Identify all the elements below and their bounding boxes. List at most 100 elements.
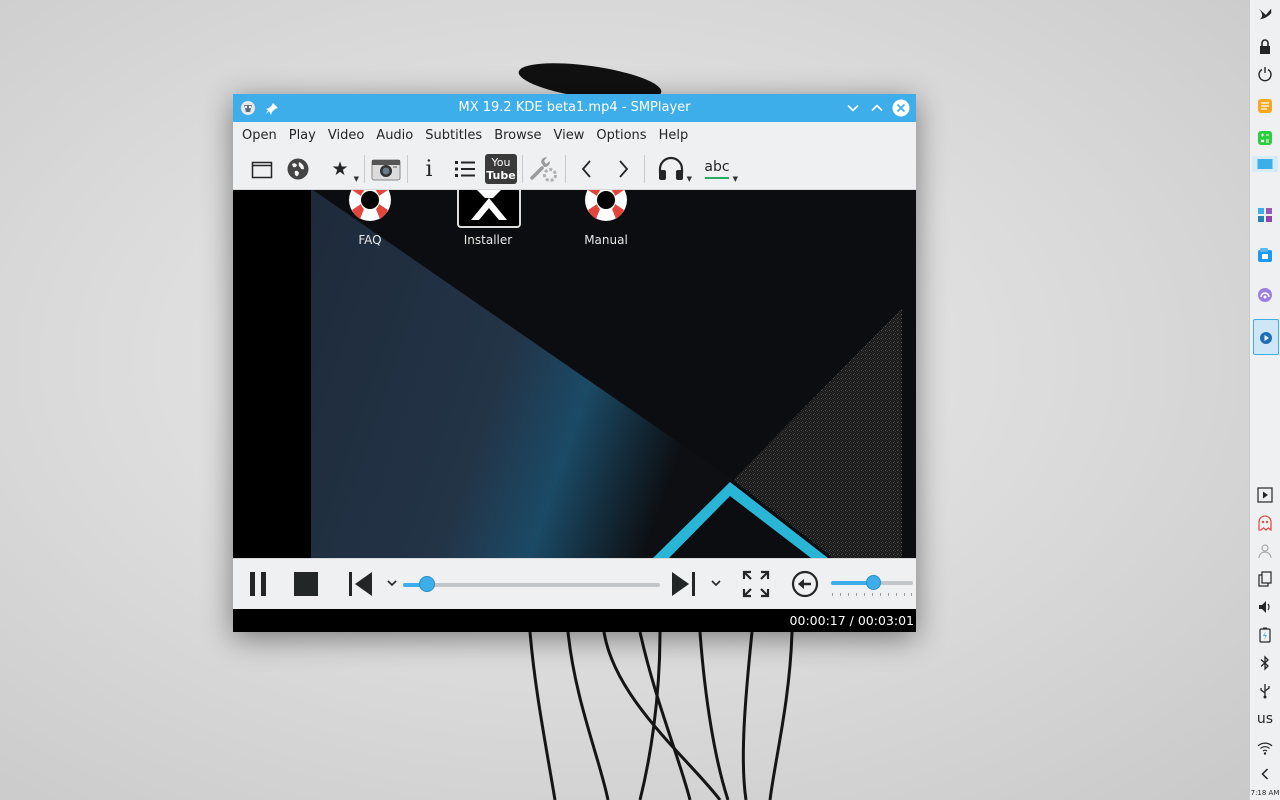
keyboard-layout[interactable]: us xyxy=(1250,711,1280,727)
subtitle-label: abc xyxy=(704,158,730,175)
headphones-icon xyxy=(658,156,684,180)
time-display: 00:00:17 / 00:03:01 xyxy=(789,613,914,628)
open-url-icon xyxy=(287,158,309,180)
seek-bar[interactable] xyxy=(403,576,660,592)
right-panel: us 7:18 AM xyxy=(1249,0,1280,800)
forward-button[interactable] xyxy=(667,567,701,601)
youtube-label-top: You xyxy=(491,156,511,169)
bluetooth-tray-icon[interactable] xyxy=(1257,655,1273,671)
maximize-button[interactable] xyxy=(868,99,886,117)
menu-open[interactable]: Open xyxy=(236,128,283,143)
dropdown-arrow-icon: ▼ xyxy=(353,175,359,183)
smplayer-window: MX 19.2 KDE beta1.mp4 - SMPlayer Open Pl… xyxy=(233,94,916,632)
calculator-app-icon[interactable] xyxy=(1257,130,1273,146)
open-url-button[interactable] xyxy=(277,152,319,186)
fullscreen-icon xyxy=(742,570,770,598)
volume-tray-icon[interactable] xyxy=(1257,599,1273,615)
close-button[interactable] xyxy=(892,99,910,117)
pause-button[interactable] xyxy=(241,567,275,601)
info-icon: i xyxy=(425,156,433,182)
menu-view[interactable]: View xyxy=(548,128,591,143)
volume-icon xyxy=(791,570,819,598)
volume-slider[interactable] xyxy=(831,575,913,590)
toolbar-separator xyxy=(644,155,645,183)
chevron-down-icon xyxy=(387,580,397,587)
toolbar-separator xyxy=(364,155,365,183)
screenshot-icon xyxy=(371,159,401,181)
screenshot-button[interactable] xyxy=(368,152,404,186)
desktop-pager-icon[interactable] xyxy=(1252,156,1278,172)
stop-button[interactable] xyxy=(289,567,323,601)
file-manager-icon[interactable] xyxy=(1257,247,1273,263)
youtube-button[interactable]: You Tube xyxy=(483,152,519,186)
video-label-faq: FAQ xyxy=(358,233,382,247)
pause-icon xyxy=(250,572,266,596)
chevron-down-icon xyxy=(711,580,721,587)
playlist-icon xyxy=(455,161,475,177)
power-icon[interactable] xyxy=(1257,66,1273,82)
stop-icon xyxy=(294,572,318,596)
open-file-button[interactable] xyxy=(247,152,277,186)
ghost-tray-icon[interactable] xyxy=(1257,515,1273,531)
seek-bar-handle[interactable] xyxy=(419,576,436,592)
user-tray-icon[interactable] xyxy=(1257,543,1273,559)
battery-tray-icon[interactable] xyxy=(1257,627,1273,643)
menu-help[interactable]: Help xyxy=(653,128,695,143)
video-label-manual: Manual xyxy=(584,233,628,247)
fullscreen-button[interactable] xyxy=(739,567,773,601)
application-launcher-icon[interactable] xyxy=(1257,6,1273,22)
toolbar-separator xyxy=(565,155,566,183)
youtube-label-bottom: Tube xyxy=(486,169,516,182)
menu-options[interactable]: Options xyxy=(590,128,652,143)
menu-play[interactable]: Play xyxy=(283,128,322,143)
app-icon[interactable] xyxy=(239,99,257,121)
skip-back-icon xyxy=(349,572,372,596)
usb-tray-icon[interactable] xyxy=(1257,683,1273,699)
control-bar xyxy=(233,558,916,610)
volume-ticks xyxy=(832,593,912,596)
minimize-button[interactable] xyxy=(844,99,862,117)
expand-tray-icon[interactable] xyxy=(1257,766,1273,782)
previous-button[interactable] xyxy=(569,152,605,186)
network-app-icon[interactable] xyxy=(1257,287,1273,303)
rewind-button[interactable] xyxy=(343,567,377,601)
toolbar-separator xyxy=(522,155,523,183)
menu-audio[interactable]: Audio xyxy=(370,128,419,143)
panel-clock[interactable]: 7:18 AM xyxy=(1250,789,1280,797)
volume-slider-handle[interactable] xyxy=(865,575,881,590)
open-folder-icon xyxy=(251,161,273,179)
window-title: MX 19.2 KDE beta1.mp4 - SMPlayer xyxy=(458,100,691,115)
smplayer-task-icon[interactable] xyxy=(1253,319,1279,355)
favorites-button[interactable]: ★ ▼ xyxy=(319,152,361,186)
preferences-button[interactable] xyxy=(526,152,562,186)
chevron-up-icon xyxy=(871,104,883,112)
windows-app-icon[interactable] xyxy=(1257,207,1273,223)
mute-button[interactable] xyxy=(788,567,822,601)
audio-track-button[interactable]: ▼ xyxy=(648,152,694,186)
playlist-button[interactable] xyxy=(447,152,483,186)
clipboard-tray-icon[interactable] xyxy=(1257,571,1273,587)
info-button[interactable]: i xyxy=(411,152,447,186)
menu-subtitles[interactable]: Subtitles xyxy=(419,128,488,143)
youtube-icon: You Tube xyxy=(485,154,517,184)
lock-icon[interactable] xyxy=(1257,39,1273,55)
rewind-menu-button[interactable] xyxy=(385,576,399,590)
skip-forward-icon xyxy=(672,572,695,596)
pin-icon[interactable] xyxy=(265,101,279,120)
title-bar[interactable]: MX 19.2 KDE beta1.mp4 - SMPlayer xyxy=(233,94,916,122)
dropdown-arrow-icon: ▼ xyxy=(732,175,738,183)
installer-icon xyxy=(457,190,521,228)
forward-menu-button[interactable] xyxy=(709,576,723,590)
video-area[interactable]: FAQ Installer Manual xyxy=(233,190,916,558)
subtitle-track-button[interactable]: abc ▼ xyxy=(694,152,740,186)
notes-app-icon[interactable] xyxy=(1257,98,1273,114)
next-button[interactable] xyxy=(605,152,641,186)
wifi-tray-icon[interactable] xyxy=(1257,740,1273,756)
menu-video[interactable]: Video xyxy=(322,128,370,143)
preferences-icon xyxy=(530,157,557,182)
dropdown-arrow-icon: ▼ xyxy=(686,175,692,183)
menu-browse[interactable]: Browse xyxy=(488,128,547,143)
toolbar-separator xyxy=(407,155,408,183)
media-player-tray-icon[interactable] xyxy=(1257,487,1273,503)
menu-bar: Open Play Video Audio Subtitles Browse V… xyxy=(233,122,916,149)
